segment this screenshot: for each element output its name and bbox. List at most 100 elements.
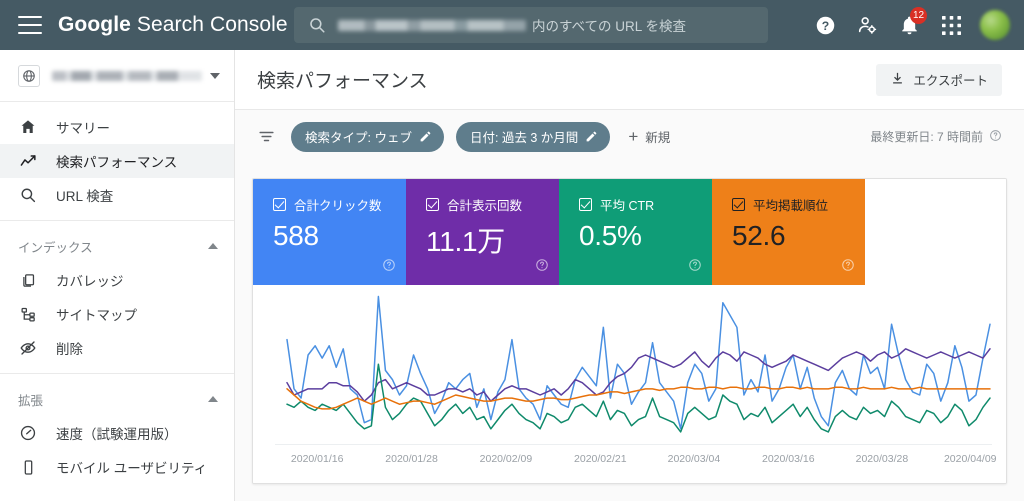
pencil-icon[interactable] xyxy=(585,130,598,143)
help-circle-icon[interactable] xyxy=(841,258,855,277)
notifications-icon[interactable]: 12 xyxy=(888,0,930,50)
sidebar-section-index[interactable]: インデックス xyxy=(0,229,234,263)
chart-line-平均掲載順位 xyxy=(286,386,991,410)
metric-value: 52.6 xyxy=(732,220,786,251)
chart-x-tick-label: 2020/02/09 xyxy=(479,453,533,465)
metric-card-total-clicks[interactable]: 合計クリック数 588 xyxy=(253,179,406,285)
top-bar-icon-group: ? 12 xyxy=(804,0,1010,50)
chart-x-axis: 2020/01/16 2020/01/28 2020/02/09 2020/02/21… xyxy=(253,453,1006,467)
metric-cards-filler xyxy=(865,179,1006,285)
help-icon[interactable]: ? xyxy=(804,0,846,50)
metric-checkbox[interactable] xyxy=(732,198,745,211)
metric-card-average-ctr[interactable]: 平均 CTR 0.5% xyxy=(559,179,712,285)
new-filter-button[interactable]: + 新規 xyxy=(628,127,670,146)
nav-group-primary: サマリー 検索パフォーマンス URL 検査 xyxy=(0,102,234,220)
sitemap-icon xyxy=(18,304,38,324)
search-input[interactable]: 内のすべての URL を検査 xyxy=(338,15,686,35)
avatar[interactable] xyxy=(980,10,1010,40)
nav-group-index: インデックス カバレッジ サイトマップ 削除 xyxy=(0,220,234,373)
performance-chart[interactable]: 2020/01/16 2020/01/28 2020/02/09 2020/02/21… xyxy=(253,285,1006,483)
help-circle-icon[interactable] xyxy=(535,258,549,277)
chart-axis-line xyxy=(275,444,992,445)
sidebar-section-enhancements[interactable]: 拡張 xyxy=(0,382,234,416)
url-inspection-search-bar[interactable]: 内のすべての URL を検査 xyxy=(294,7,768,43)
chart-line-平均 CTR xyxy=(286,363,991,433)
metric-header: 平均 CTR xyxy=(579,195,698,214)
filter-list-icon[interactable] xyxy=(255,126,277,148)
metric-checkbox[interactable] xyxy=(579,198,592,211)
search-icon xyxy=(18,185,38,205)
sidebar-item-mobile-usability[interactable]: モバイル ユーザビリティ xyxy=(0,450,234,484)
chevron-up-icon[interactable] xyxy=(208,396,218,402)
sidebar-item-label: 削除 xyxy=(56,342,83,357)
sidebar-navigation: サマリー 検索パフォーマンス URL 検査 インデックス カバレッジ サイトマッ… xyxy=(0,50,235,501)
sidebar-item-label: 検索パフォーマンス xyxy=(56,155,178,170)
sidebar-item-url-inspection[interactable]: URL 検査 xyxy=(0,178,234,212)
metric-header: 平均掲載順位 xyxy=(732,195,851,214)
pages-icon xyxy=(18,270,38,290)
app-brand-title: Google Search Console xyxy=(58,13,288,37)
performance-card: 合計クリック数 588 合計表示回数 11.1万 平均 CTR 0.5% 平均掲… xyxy=(252,178,1007,484)
filter-chip-label: 日付: 過去 3 か月間 xyxy=(469,131,579,145)
property-name-redacted xyxy=(52,70,202,81)
chart-x-tick-label: 2020/01/16 xyxy=(290,453,344,465)
eye-off-icon xyxy=(18,338,38,358)
speed-gauge-icon xyxy=(18,423,38,443)
metric-label: 平均掲載順位 xyxy=(753,199,829,213)
chart-x-tick-label: 2020/03/04 xyxy=(667,453,721,465)
search-placeholder-text: 内のすべての URL を検査 xyxy=(532,19,687,34)
chart-x-tick-label: 2020/01/28 xyxy=(385,453,438,465)
page-header: 検索パフォーマンス エクスポート xyxy=(235,50,1024,110)
new-filter-label: 新規 xyxy=(645,131,671,145)
sidebar-item-sitemaps[interactable]: サイトマップ xyxy=(0,297,234,331)
download-icon xyxy=(890,71,905,89)
search-icon xyxy=(308,16,326,34)
sidebar-item-label: サイトマップ xyxy=(56,308,137,323)
plus-icon: + xyxy=(628,127,639,146)
sidebar-item-label: サマリー xyxy=(56,121,110,136)
last-updated-status: 最終更新日: 7 時間前 xyxy=(870,128,1002,145)
account-settings-icon[interactable] xyxy=(846,0,888,50)
metric-cards: 合計クリック数 588 合計表示回数 11.1万 平均 CTR 0.5% 平均掲… xyxy=(253,179,1006,285)
sidebar-item-search-performance[interactable]: 検索パフォーマンス xyxy=(0,144,234,178)
help-circle-icon[interactable] xyxy=(989,129,1002,145)
sidebar-item-label: カバレッジ xyxy=(56,274,124,289)
trending-up-icon xyxy=(18,151,38,171)
sidebar-item-removals[interactable]: 削除 xyxy=(0,331,234,365)
pencil-icon[interactable] xyxy=(419,130,432,143)
help-circle-icon[interactable] xyxy=(688,258,702,277)
filter-chip-search-type[interactable]: 検索タイプ: ウェブ xyxy=(291,121,444,152)
hamburger-menu-icon[interactable] xyxy=(18,16,42,34)
globe-icon xyxy=(18,64,40,87)
metric-card-average-position[interactable]: 平均掲載順位 52.6 xyxy=(712,179,865,285)
sidebar-item-speed[interactable]: 速度（試験運用版） xyxy=(0,416,234,450)
sidebar-item-label: モバイル ユーザビリティ xyxy=(56,461,208,476)
page-title: 検索パフォーマンス xyxy=(257,71,428,92)
export-button[interactable]: エクスポート xyxy=(876,63,1002,96)
filter-bar: 検索タイプ: ウェブ 日付: 過去 3 か月間 + 新規 最終更新日: 7 時間… xyxy=(235,110,1024,163)
sidebar-item-coverage[interactable]: カバレッジ xyxy=(0,263,234,297)
metric-card-total-impressions[interactable]: 合計表示回数 11.1万 xyxy=(406,179,559,285)
brand-google-text: Google xyxy=(58,13,131,36)
chevron-up-icon[interactable] xyxy=(208,243,218,249)
property-selector[interactable] xyxy=(0,50,234,102)
main-content: 検索パフォーマンス エクスポート 検索タイプ: ウェブ 日付: 過去 3 か月間 xyxy=(235,50,1024,501)
chart-line-合計クリック数 xyxy=(286,295,991,430)
filter-chip-date[interactable]: 日付: 過去 3 か月間 xyxy=(455,121,611,152)
help-circle-icon[interactable] xyxy=(382,258,396,277)
mobile-phone-icon xyxy=(18,457,38,477)
sidebar-item-label: 速度（試験運用版） xyxy=(56,427,178,442)
svg-text:?: ? xyxy=(821,18,828,32)
metric-label: 合計クリック数 xyxy=(294,199,382,213)
filter-chip-label: 検索タイプ: ウェブ xyxy=(305,131,412,145)
chart-x-tick-label: 2020/04/09 xyxy=(943,453,997,465)
metric-checkbox[interactable] xyxy=(426,198,439,211)
metric-checkbox[interactable] xyxy=(273,198,286,211)
nav-group-enhancements: 拡張 速度（試験運用版） モバイル ユーザビリティ xyxy=(0,373,234,492)
home-icon xyxy=(18,117,38,137)
chart-x-tick-label: 2020/03/16 xyxy=(762,453,815,465)
apps-grid-icon[interactable] xyxy=(930,0,972,50)
chevron-down-icon[interactable] xyxy=(210,72,220,79)
sidebar-item-summary[interactable]: サマリー xyxy=(0,110,234,144)
metric-value: 0.5% xyxy=(579,220,642,251)
